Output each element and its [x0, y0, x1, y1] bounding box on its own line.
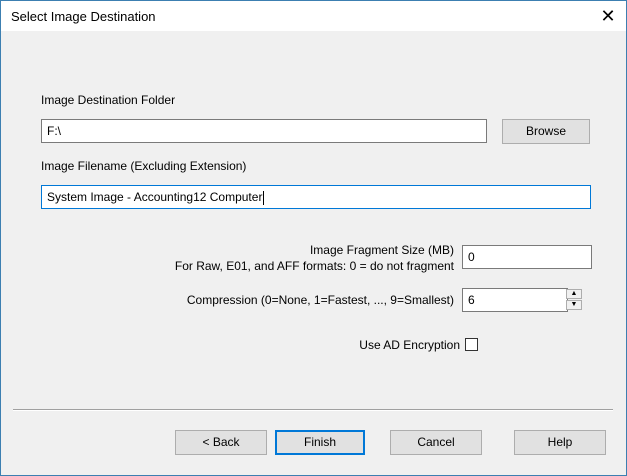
back-button[interactable]: < Back	[175, 430, 267, 455]
filename-label: Image Filename (Excluding Extension)	[41, 159, 247, 173]
text-caret	[263, 190, 265, 205]
spin-up-icon[interactable]: ▲	[566, 289, 582, 299]
fragment-size-label: Image Fragment Size (MB)	[309, 243, 454, 257]
help-button[interactable]: Help	[514, 430, 606, 455]
compression-label: Compression (0=None, 1=Fastest, ..., 9=S…	[186, 293, 454, 307]
select-image-destination-dialog: Select Image Destination ✕ Image Destina…	[0, 0, 627, 476]
close-icon[interactable]: ✕	[597, 5, 619, 27]
fragment-size-input[interactable]: 0	[462, 245, 592, 269]
fragment-size-hint: For Raw, E01, and AFF formats: 0 = do no…	[174, 259, 454, 273]
finish-button[interactable]: Finish	[275, 430, 365, 455]
browse-button[interactable]: Browse	[502, 119, 590, 144]
compression-input[interactable]: 6	[462, 288, 568, 312]
dialog-title: Select Image Destination	[11, 9, 156, 24]
filename-input[interactable]: System Image - Accounting12 Computer	[41, 185, 591, 209]
filename-value: System Image - Accounting12 Computer	[47, 190, 263, 204]
encryption-label: Use AD Encryption	[359, 338, 460, 352]
spin-down-icon[interactable]: ▼	[566, 300, 582, 310]
encryption-checkbox[interactable]	[465, 338, 478, 351]
title-bar: Select Image Destination ✕	[1, 1, 626, 31]
cancel-button[interactable]: Cancel	[390, 430, 482, 455]
compression-spinner: ▲ ▼	[566, 289, 582, 311]
separator	[13, 409, 613, 411]
destination-folder-label: Image Destination Folder	[41, 93, 176, 107]
destination-folder-input[interactable]: F:\	[41, 119, 487, 143]
